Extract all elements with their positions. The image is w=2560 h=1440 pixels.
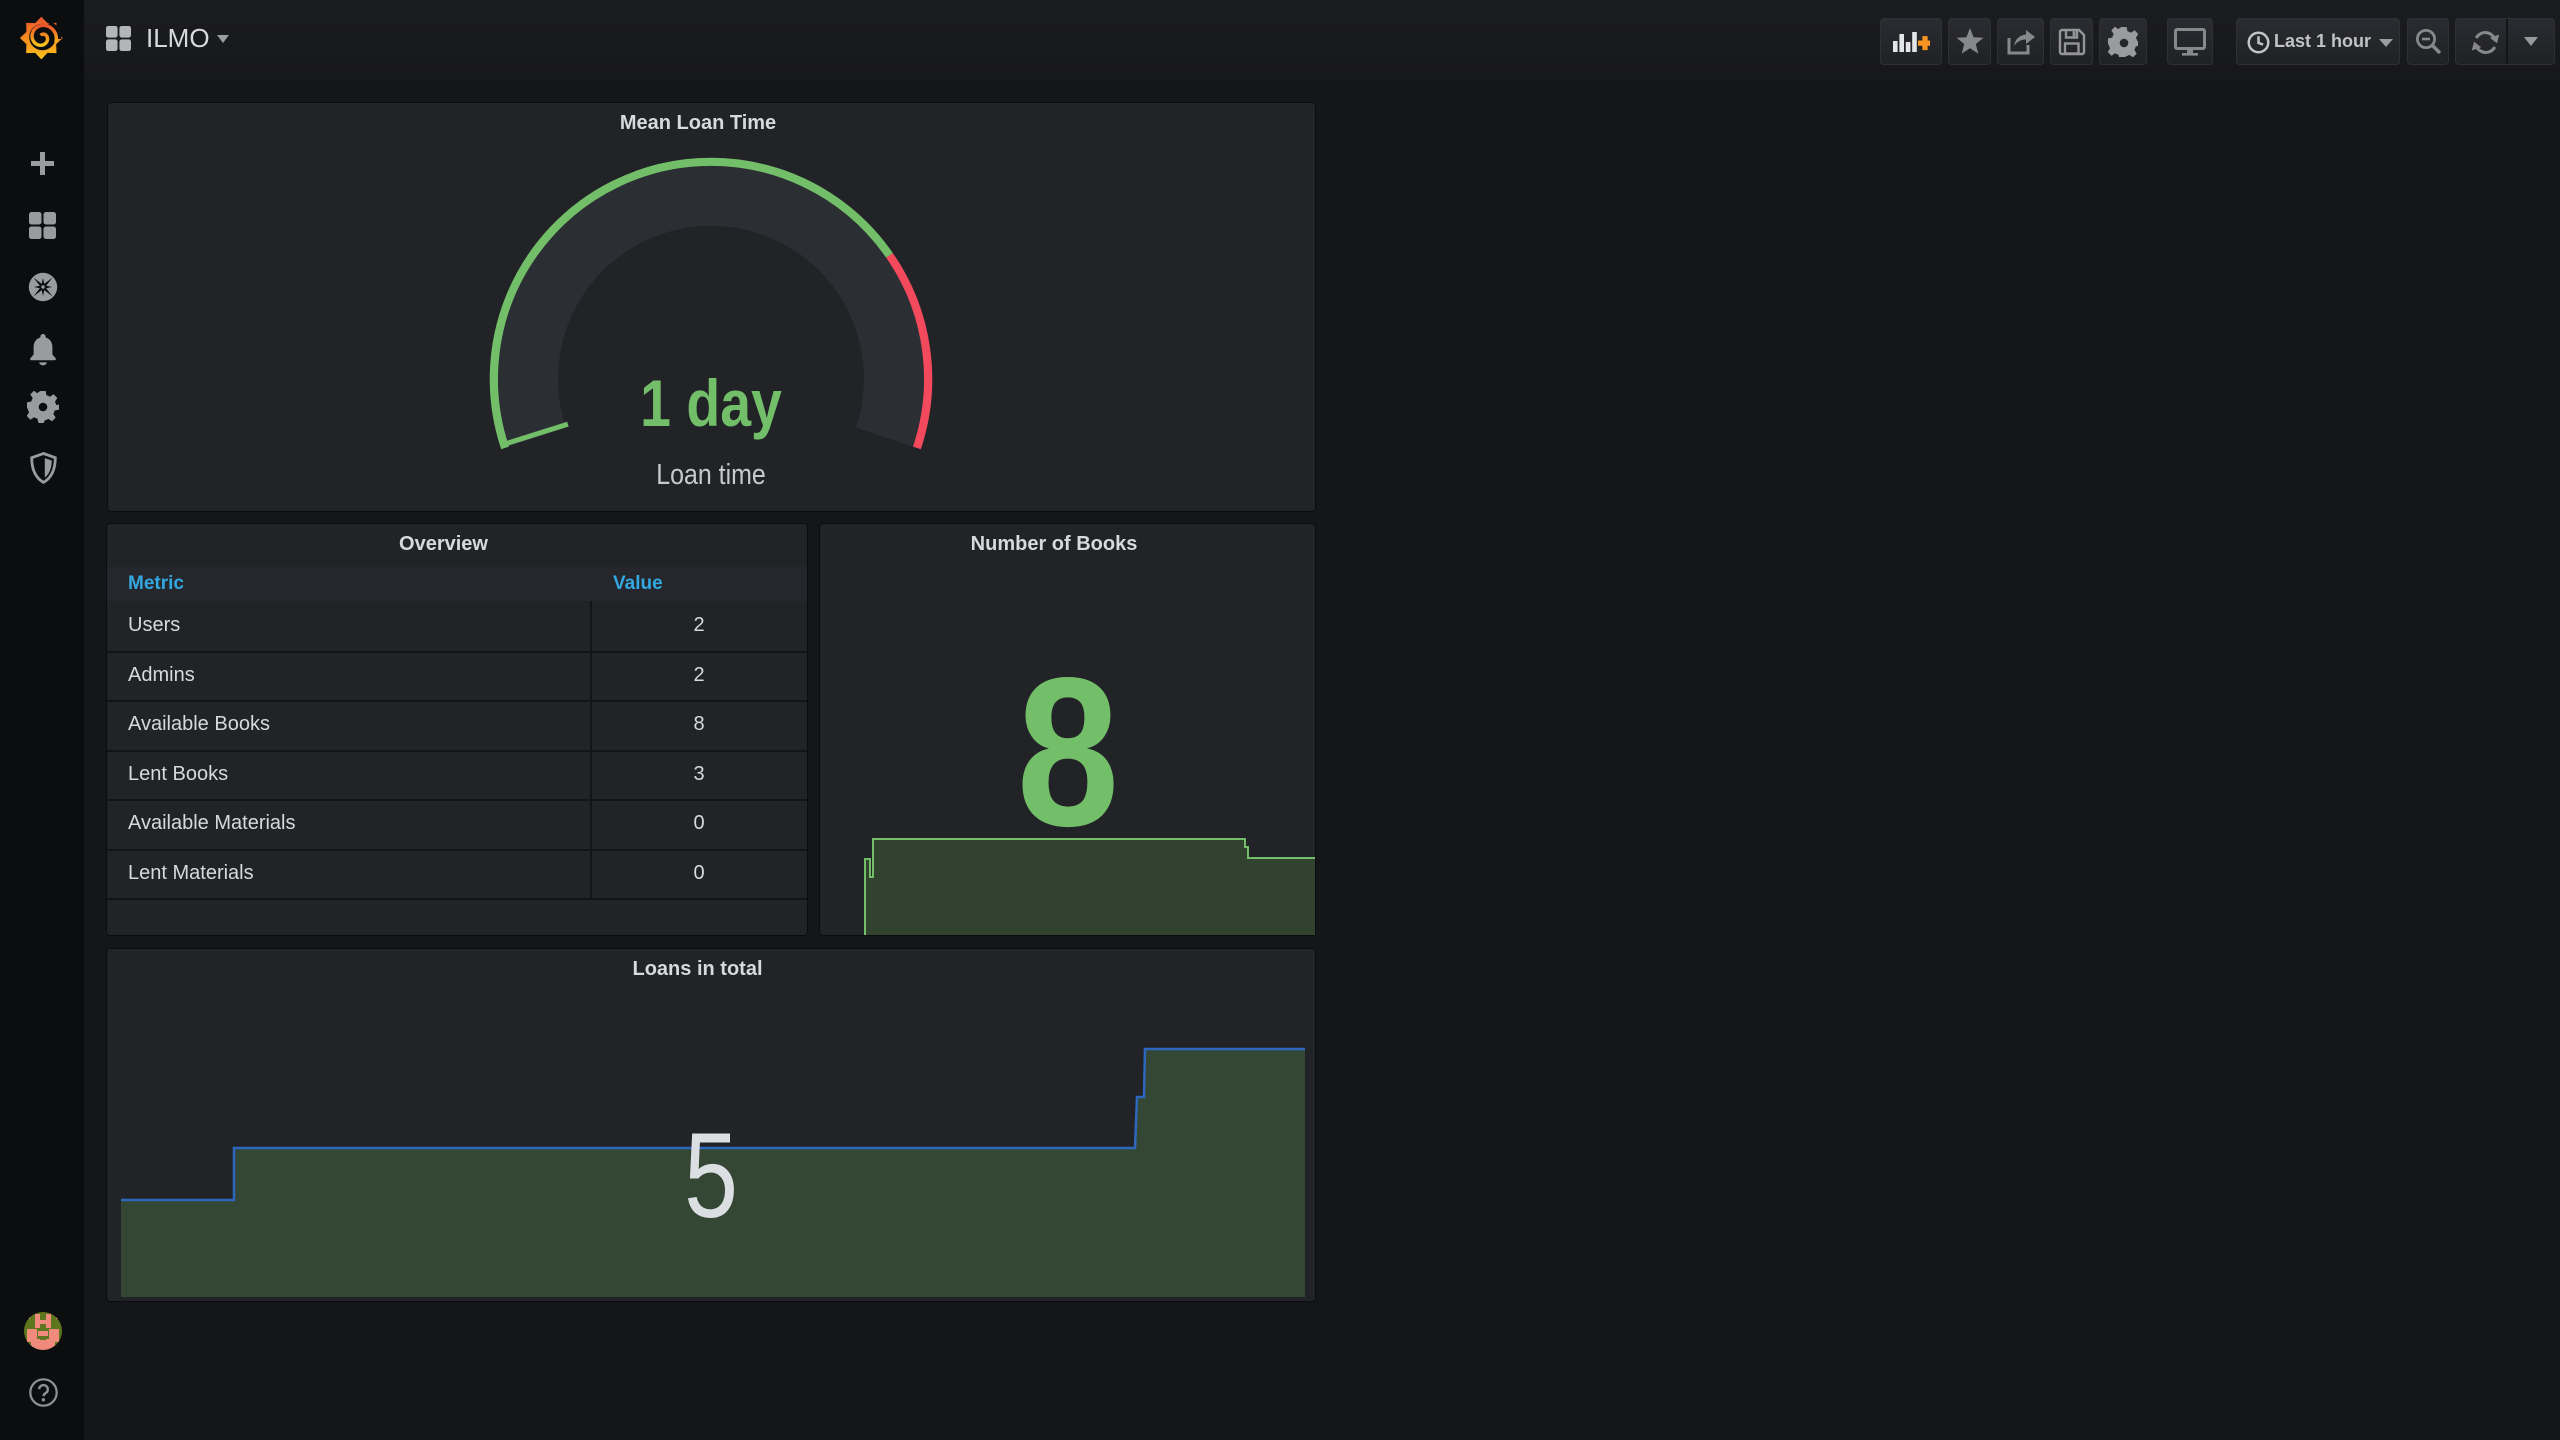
svg-text:Loan time: Loan time (656, 458, 765, 490)
svg-text:5: 5 (684, 1109, 738, 1244)
svg-text:1 day: 1 day (640, 366, 782, 440)
